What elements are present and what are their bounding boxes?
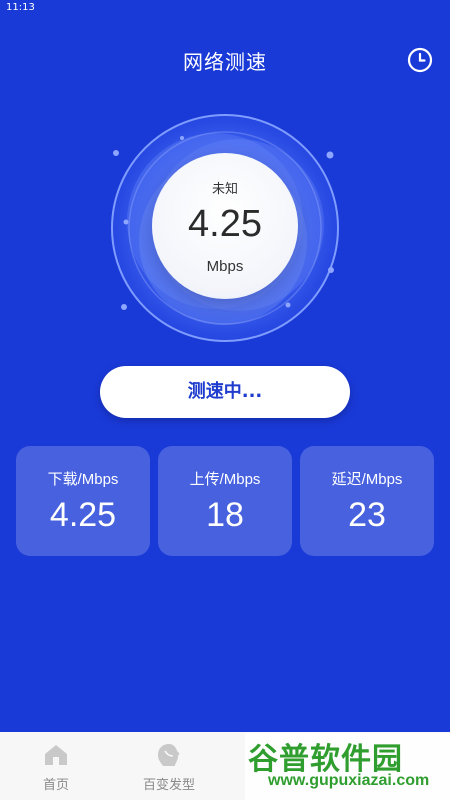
page-title: 网络测速	[183, 50, 267, 74]
upload-label: 上传/Mbps	[189, 471, 261, 488]
nav-label-home: 首页	[42, 778, 69, 793]
status-bar: 11:13	[0, 0, 450, 18]
gauge-status: 未知	[211, 182, 238, 197]
download-label: 下载/Mbps	[47, 471, 119, 488]
latency-label: 延迟/Mbps	[331, 471, 403, 488]
gauge-unit: Mbps	[206, 258, 244, 275]
clock-icon[interactable]	[406, 46, 434, 74]
watermark-url: www.gupuxiazai.com	[268, 772, 430, 789]
speed-test-button[interactable]: 测速中...	[100, 366, 350, 418]
status-time: 11:13	[6, 2, 35, 13]
nav-label-hairstyle: 百变发型	[142, 778, 195, 793]
latency-value: 23	[348, 496, 386, 534]
hairstyle-icon	[158, 744, 180, 766]
nav-item-hairstyle[interactable]: 百变发型	[114, 732, 224, 800]
gauge-speed-value: 4.25	[188, 203, 262, 245]
download-value: 4.25	[49, 496, 117, 534]
nav-item-home[interactable]: 首页	[1, 732, 111, 800]
download-card: 下载/Mbps 4.25	[16, 446, 150, 556]
upload-card: 上传/Mbps 18	[158, 446, 292, 556]
home-icon	[45, 745, 67, 765]
latency-card: 延迟/Mbps 23	[300, 446, 434, 556]
upload-value: 18	[206, 496, 244, 534]
